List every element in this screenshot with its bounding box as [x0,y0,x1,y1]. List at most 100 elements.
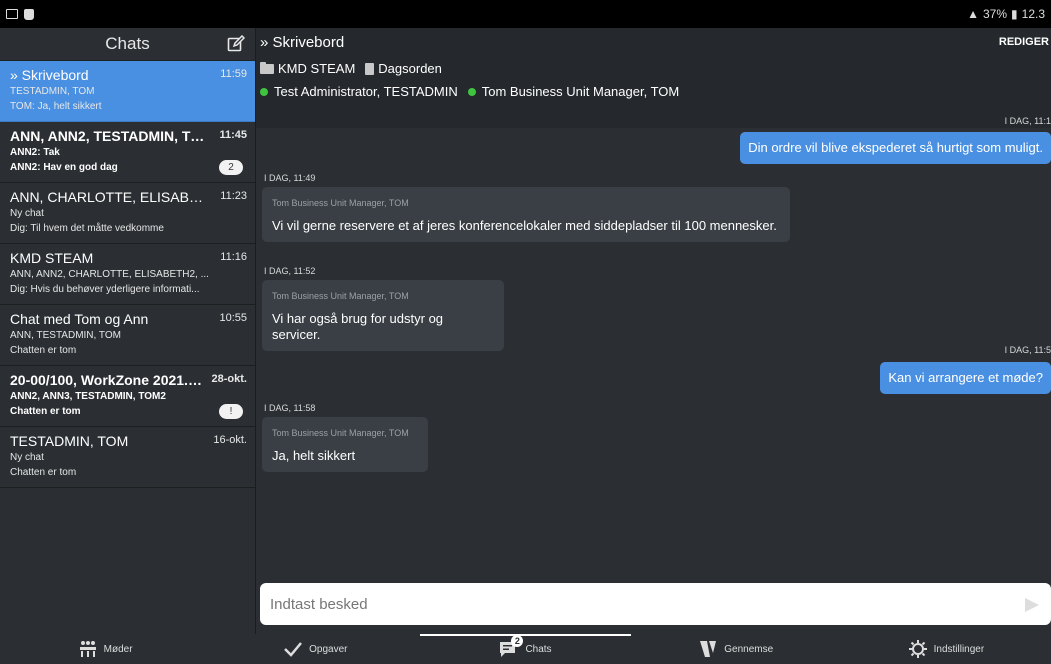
chat-list-item[interactable]: KMD STEAM 11:16 ANN, ANN2, CHARLOTTE, ELIS… [0,244,255,305]
chat-panel: » Skrivebord REDIGER KMD STEAM Dagsorden… [256,28,1051,634]
chat-last-message: Dig: Til hvem det måtte vedkomme [10,223,164,234]
nav-item-settings[interactable]: Indstillinger [841,634,1051,664]
nav-item-tasks[interactable]: Opgaver [210,634,420,664]
message-list: I DAG, 11:1 Din ordre vil blive ekspeder… [256,106,1051,576]
chat-participants: ANN2: Tak [10,147,60,158]
message-timestamp: I DAG, 11:49 [264,173,316,183]
gallery-icon [6,9,18,19]
chat-participants: ANN, ANN2, CHARLOTTE, ELISABETH2, ... [10,269,209,280]
nav-label: Opgaver [309,643,348,655]
browse-icon [700,641,717,657]
message-text: Ja, helt sikkert [272,448,356,463]
nav-label: Chats [525,643,552,655]
chat-name: ANN, ANN2, TESTADMIN, TOM2 [10,128,205,144]
message-bubble-outgoing[interactable]: Kan vi arrangere et møde? [880,362,1051,394]
message-bubble-incoming[interactable]: Tom Business Unit Manager, TOM Vi vil ge… [262,187,790,242]
message-sender: Tom Business Unit Manager, TOM [272,291,409,301]
checkmark-icon [284,642,303,657]
wifi-signal-icon: ▲ [967,7,979,21]
message-sender: Tom Business Unit Manager, TOM [272,428,409,438]
chats-unread-badge: 2 [511,635,524,647]
nav-item-browse[interactable]: Gennemse [631,634,841,664]
chat-last-message: Chatten er tom [10,406,81,417]
chat-sidebar: Chats » Skrivebord 11:59 TESTADMIN, TOM TOM… [0,28,256,634]
chat-participants: ANN, TESTADMIN, TOM [10,330,121,341]
tag-label: Dagsorden [378,61,442,76]
shopping-bag-icon [24,8,34,20]
chat-name: TESTADMIN, TOM [10,433,129,449]
message-composer [260,583,1051,625]
message-timestamp: I DAG, 11:52 [264,266,316,276]
chat-name: ANN, CHARLOTTE, ELISABETH,... [10,189,205,205]
participant[interactable]: Tom Business Unit Manager, TOM [467,84,680,99]
chat-name: KMD STEAM [10,250,94,266]
chat-list: » Skrivebord 11:59 TESTADMIN, TOM TOM: Ja, … [0,61,255,488]
nav-item-chats[interactable]: 2 Chats [420,634,631,664]
chat-list-item[interactable]: ANN, ANN2, TESTADMIN, TOM2 11:45 ANN2: Tak… [0,122,255,183]
chat-list-item[interactable]: 20-00/100, WorkZone 2021.0, ... 28-okt. AN… [0,366,255,427]
message-timestamp: I DAG, 11:1 [1004,116,1051,126]
chat-participants: TESTADMIN, TOM [10,86,95,97]
chat-time: 16-okt. [213,434,247,446]
meetings-icon [79,641,96,657]
tag-folder[interactable]: KMD STEAM [260,61,355,76]
message-text: Vi har også brug for udstyr og servicer. [272,311,444,342]
battery-percent: 37% [983,7,1008,21]
chat-participants: Ny chat [10,452,44,463]
bottom-navigation: Møder Opgaver 2 Chats Gennemse Indstilli… [0,634,1051,664]
tag-label: KMD STEAM [278,61,356,76]
participant-name: Tom Business Unit Manager, TOM [481,84,680,99]
unread-badge: 2 [219,160,243,175]
chat-list-item[interactable]: TESTADMIN, TOM 16-okt. Ny chat Chatten er t… [0,427,255,488]
chat-name: 20-00/100, WorkZone 2021.0, ... [10,372,205,388]
message-text: Din ordre vil blive ekspederet så hurtig… [748,140,1043,155]
chat-participants: ANN2, ANN3, TESTADMIN, TOM2 [10,391,166,402]
tag-document[interactable]: Dagsorden [365,61,442,76]
message-timestamp: I DAG, 11:5 [1004,345,1051,355]
chat-time: 11:16 [220,251,247,263]
chat-title: » Skrivebord [260,34,345,51]
chat-time: 28-okt. [211,373,247,385]
participants: Test Administrator, TESTADMIN Tom Busine… [260,84,1047,99]
edit-button[interactable]: REDIGER [999,36,1049,48]
chat-list-item[interactable]: Chat med Tom og Ann 10:55 ANN, TESTADMIN, … [0,305,255,366]
nav-label: Møder [103,643,133,655]
chat-name: » Skrivebord [10,67,89,83]
gear-icon [908,640,927,658]
battery-icon: ▮ [1011,7,1018,21]
chat-list-item[interactable]: » Skrivebord 11:59 TESTADMIN, TOM TOM: Ja, … [0,61,255,122]
chat-tags: KMD STEAM Dagsorden [260,61,1047,76]
chat-icon: 2 [499,635,524,658]
message-bubble-incoming[interactable]: Tom Business Unit Manager, TOM Ja, helt … [262,417,428,472]
message-sender: Tom Business Unit Manager, TOM [272,198,409,208]
message-timestamp: I DAG, 11:58 [264,403,316,413]
nav-label: Gennemse [724,643,774,655]
folder-icon [260,61,274,74]
document-icon [365,62,375,75]
sidebar-title: Chats [105,34,150,53]
chat-time: 11:59 [220,68,247,80]
nav-label: Indstillinger [933,643,985,655]
chat-list-item[interactable]: ANN, CHARLOTTE, ELISABETH,... 11:23 Ny cha… [0,183,255,244]
message-bubble-outgoing[interactable]: Din ordre vil blive ekspederet så hurtig… [740,132,1051,164]
online-status-icon [260,87,268,96]
chat-last-message: Chatten er tom [10,345,77,356]
chat-last-message: Dig: Hvis du behøver yderligere informat… [10,284,200,295]
chat-name: Chat med Tom og Ann [10,311,149,327]
send-icon[interactable] [1025,598,1039,612]
participant-name: Test Administrator, TESTADMIN [274,84,458,99]
unread-badge: ! [219,404,243,419]
chat-last-message: TOM: Ja, helt sikkert [10,101,102,112]
message-bubble-incoming[interactable]: Tom Business Unit Manager, TOM Vi har og… [262,280,504,351]
online-status-icon [467,87,476,96]
message-text: Vi vil gerne reservere et af jeres konfe… [272,218,777,233]
chat-last-message: Chatten er tom [10,467,77,478]
chat-time: 10:55 [219,312,247,324]
message-input[interactable] [270,595,1010,613]
compose-icon[interactable] [227,35,245,53]
nav-item-meetings[interactable]: Møder [0,634,210,664]
clock: 12.3 [1021,7,1045,21]
chat-time: 11:45 [219,129,247,141]
participant[interactable]: Test Administrator, TESTADMIN [260,84,458,99]
sidebar-header: Chats [0,28,255,61]
